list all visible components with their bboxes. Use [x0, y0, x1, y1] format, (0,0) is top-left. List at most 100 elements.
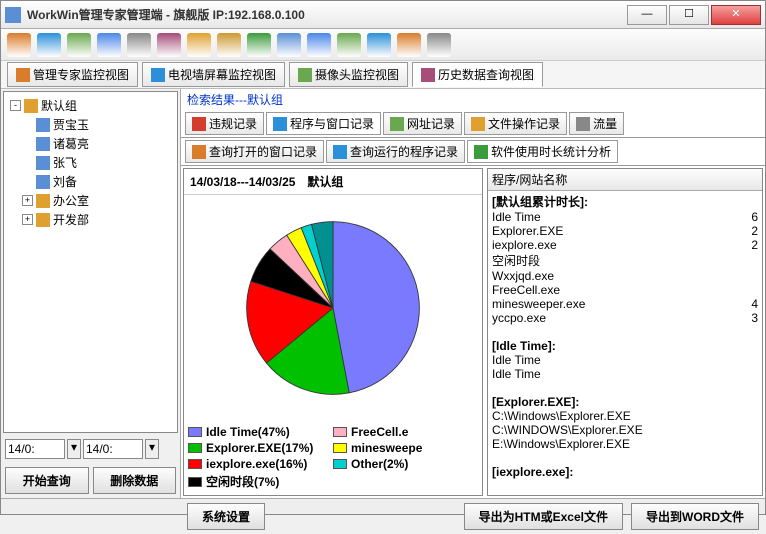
date-from-input[interactable] — [5, 439, 65, 459]
record-tab[interactable]: 流量 — [569, 112, 624, 135]
list-item[interactable]: Idle Time — [492, 353, 758, 367]
expand-toggle[interactable]: - — [10, 100, 21, 111]
users-icon[interactable] — [397, 33, 421, 57]
tree-client-2[interactable]: 张飞 — [8, 153, 173, 172]
folder-icon[interactable] — [217, 33, 241, 57]
rtab-icon — [576, 117, 590, 131]
legend-swatch — [188, 459, 202, 469]
tree-client-0[interactable]: 贾宝玉 — [8, 115, 173, 134]
list-group-header[interactable]: [iexplore.exe]: — [492, 465, 758, 479]
list-item[interactable]: Explorer.EXE2 — [492, 224, 758, 238]
list-item[interactable]: Idle Time6 — [492, 210, 758, 224]
list-body[interactable]: [默认组累计时长]:Idle Time6Explorer.EXE2iexplor… — [488, 191, 762, 495]
screen2-icon[interactable] — [307, 33, 331, 57]
list-header[interactable]: 程序/网站名称 — [488, 169, 762, 191]
new-icon[interactable] — [7, 33, 31, 57]
list-item[interactable]: FreeCell.exe — [492, 283, 758, 297]
tree-root[interactable]: -默认组 — [8, 96, 173, 115]
tab-icon — [16, 68, 30, 82]
legend-swatch — [333, 459, 347, 469]
view-tab-1[interactable]: 电视墙屏幕监控视图 — [142, 62, 285, 87]
app-icon — [5, 7, 21, 23]
tree-group-1[interactable]: +开发部 — [8, 210, 173, 229]
rtab-icon — [192, 117, 206, 131]
list-group-header[interactable]: [默认组累计时长]: — [492, 193, 758, 210]
camera-icon[interactable] — [127, 33, 151, 57]
chart-legend: Idle Time(47%)FreeCell.eExplorer.EXE(17%… — [184, 420, 482, 495]
expand-toggle[interactable]: + — [22, 195, 33, 206]
list-item[interactable]: C:\WINDOWS\Explorer.EXE — [492, 423, 758, 437]
clock-icon[interactable] — [187, 33, 211, 57]
list-group-header[interactable]: [Explorer.EXE]: — [492, 395, 758, 409]
record-tab[interactable]: 程序与窗口记录 — [266, 112, 381, 135]
date-from-dropdown[interactable]: ▾ — [67, 439, 81, 459]
tab-icon — [298, 68, 312, 82]
date-range: ▾ ▾ — [1, 435, 180, 463]
list-item[interactable]: minesweeper.exe4 — [492, 297, 758, 311]
node-icon — [36, 194, 50, 208]
tree-group-0[interactable]: +办公室 — [8, 191, 173, 210]
view-tab-3[interactable]: 历史数据查询视图 — [412, 62, 543, 87]
list-header-col: 程序/网站名称 — [492, 171, 758, 188]
screens-icon[interactable] — [67, 33, 91, 57]
view-tab-0[interactable]: 管理专家监控视图 — [7, 62, 138, 87]
program-list: 程序/网站名称 [默认组累计时长]:Idle Time6Explorer.EXE… — [487, 168, 763, 496]
record-tabs-row1: 违规记录程序与窗口记录网址记录文件操作记录流量 — [181, 110, 765, 138]
globe-icon[interactable] — [37, 33, 61, 57]
list-item[interactable]: C:\Windows\Explorer.EXE — [492, 409, 758, 423]
close-button[interactable]: ✕ — [711, 5, 761, 25]
system-settings-button[interactable]: 系统设置 — [187, 503, 265, 530]
record-tab[interactable]: 网址记录 — [383, 112, 462, 135]
list-item[interactable]: Idle Time — [492, 367, 758, 381]
rtab-icon — [273, 117, 287, 131]
user-icon[interactable] — [157, 33, 181, 57]
delete-data-button[interactable]: 删除数据 — [93, 467, 177, 494]
legend-item: Other(2%) — [333, 456, 478, 472]
chat-icon[interactable] — [337, 33, 361, 57]
list-item[interactable]: E:\Windows\Explorer.EXE — [492, 437, 758, 451]
record-tab[interactable]: 软件使用时长统计分析 — [467, 140, 618, 163]
tree-client-1[interactable]: 诸葛亮 — [8, 134, 173, 153]
copy-icon[interactable] — [277, 33, 301, 57]
node-icon — [36, 156, 50, 170]
minimize-button[interactable]: — — [627, 5, 667, 25]
tree-client-3[interactable]: 刘备 — [8, 172, 173, 191]
view-tab-2[interactable]: 摄像头监控视图 — [289, 62, 408, 87]
start-query-button[interactable]: 开始查询 — [5, 467, 89, 494]
legend-swatch — [188, 427, 202, 437]
expand-toggle[interactable]: + — [22, 214, 33, 225]
date-to-input[interactable] — [83, 439, 143, 459]
list-item[interactable]: 空闲时段 — [492, 252, 758, 269]
mail-icon[interactable] — [247, 33, 271, 57]
lock-icon[interactable] — [427, 33, 451, 57]
node-icon — [24, 99, 38, 113]
legend-item: iexplore.exe(16%) — [188, 456, 333, 472]
record-tabs-row2: 查询打开的窗口记录查询运行的程序记录软件使用时长统计分析 — [181, 138, 765, 166]
export-word-button[interactable]: 导出到WORD文件 — [631, 503, 759, 530]
export-excel-button[interactable]: 导出为HTM或Excel文件 — [464, 503, 623, 530]
date-to-dropdown[interactable]: ▾ — [145, 439, 159, 459]
maximize-button[interactable]: ☐ — [669, 5, 709, 25]
legend-item: minesweepe — [333, 440, 478, 456]
record-tab[interactable]: 查询运行的程序记录 — [326, 140, 465, 163]
legend-swatch — [333, 443, 347, 453]
list-group-header[interactable]: [Idle Time]: — [492, 339, 758, 353]
record-tab[interactable]: 违规记录 — [185, 112, 264, 135]
record-tab[interactable]: 文件操作记录 — [464, 112, 567, 135]
screen-icon[interactable] — [97, 33, 121, 57]
legend-item: 空闲时段(7%) — [188, 472, 333, 491]
chart-header: 14/03/18---14/03/25 默认组 — [184, 169, 482, 195]
chart-panel: 14/03/18---14/03/25 默认组 Idle Time(47%)Fr… — [183, 168, 483, 496]
client-tree[interactable]: -默认组贾宝玉诸葛亮张飞刘备+办公室+开发部 — [3, 91, 178, 433]
legend-item: Idle Time(47%) — [188, 424, 333, 440]
node-icon — [36, 175, 50, 189]
list-item[interactable]: iexplore.exe2 — [492, 238, 758, 252]
book-icon[interactable] — [367, 33, 391, 57]
right-panel: 检索结果---默认组 违规记录程序与窗口记录网址记录文件操作记录流量 查询打开的… — [181, 89, 765, 498]
title-bar: WorkWin管理专家管理端 - 旗舰版 IP:192.168.0.100 — … — [1, 1, 765, 29]
rtab-icon — [390, 117, 404, 131]
record-tab[interactable]: 查询打开的窗口记录 — [185, 140, 324, 163]
list-item[interactable]: Wxxjqd.exe — [492, 269, 758, 283]
list-item[interactable]: yccpo.exe3 — [492, 311, 758, 325]
tab-icon — [421, 68, 435, 82]
